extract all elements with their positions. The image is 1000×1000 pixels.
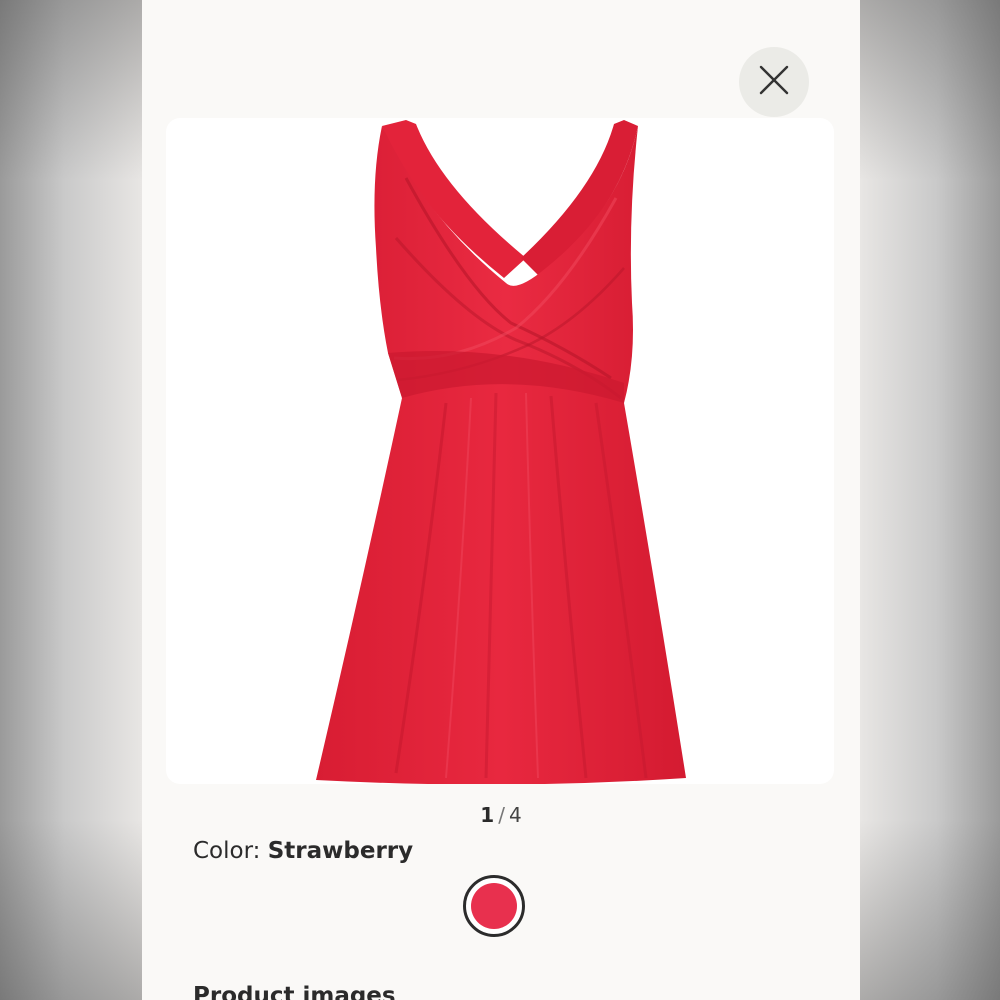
product-images-heading: Product images bbox=[193, 983, 396, 1000]
color-swatch-strawberry[interactable] bbox=[463, 875, 525, 937]
background-right-bar bbox=[860, 0, 1000, 1000]
pager-total: 4 bbox=[508, 803, 522, 827]
pager-current: 1 bbox=[480, 803, 495, 827]
color-value: Strawberry bbox=[267, 838, 414, 864]
product-image bbox=[316, 120, 686, 784]
close-button[interactable] bbox=[739, 47, 809, 117]
pager-separator: / bbox=[498, 803, 505, 827]
color-label: Color: bbox=[193, 838, 261, 864]
product-image-card[interactable] bbox=[166, 118, 834, 784]
background-left-bar bbox=[0, 0, 142, 1000]
color-label-row: Color: Strawberry bbox=[193, 838, 413, 864]
close-icon bbox=[758, 64, 790, 100]
product-modal: 1/4 Color: Strawberry Product images bbox=[142, 0, 860, 1000]
image-pager: 1/4 bbox=[142, 803, 860, 827]
swatch-fill bbox=[471, 883, 517, 929]
